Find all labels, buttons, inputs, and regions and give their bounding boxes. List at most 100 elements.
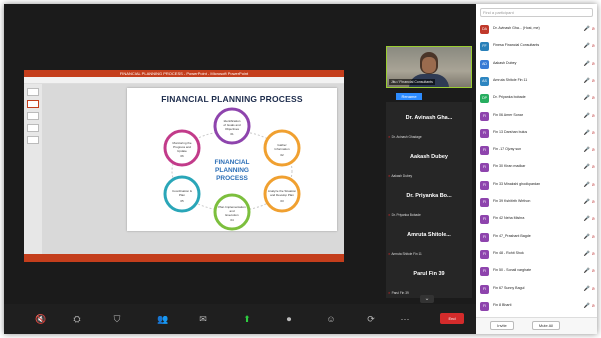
- video-off-icon: ⊘: [591, 77, 595, 83]
- slide-thumbnail[interactable]: [27, 88, 39, 96]
- muted-mic-icon[interactable]: 🎤: [584, 251, 590, 257]
- participant-row[interactable]: AD Aakash Dubey 🎤 ⊘: [476, 57, 597, 71]
- start-video-icon[interactable]: ⛭: [68, 310, 86, 328]
- participant-name: Fin 39 Kshitirth Wirthon: [493, 199, 531, 203]
- slide-thumbnail[interactable]: [27, 100, 39, 108]
- muted-mic-icon[interactable]: 🎤: [584, 268, 590, 274]
- participant-video-tile[interactable]: Aakash Dubey ✕ Aakash Dubey: [386, 141, 472, 181]
- participant-row[interactable]: FI Fin 33 Minakshi ghodkpardan 🎤 ⊘: [476, 178, 597, 192]
- tile-subtitle-text: Dr. Avinash Ghadage: [391, 135, 422, 139]
- participant-name: Fin 06 Amer Sonar: [493, 112, 523, 117]
- record-icon[interactable]: ⏺: [280, 310, 298, 328]
- muted-mic-icon[interactable]: 🎤: [584, 199, 590, 205]
- process-step-4: Plan Implementation and Execution 04: [213, 193, 251, 231]
- video-off-icon: ⊘: [591, 147, 595, 153]
- participant-video-tile[interactable]: Dr. Avinash Gha... ✕ Dr. Avinash Ghadage: [386, 102, 472, 142]
- video-off-icon: ⊘: [591, 216, 595, 222]
- participant-row[interactable]: FF Finesa Financial Consultants 🎤 ⊘: [476, 39, 597, 53]
- participant-video-tile[interactable]: Dr. Priyanka Bo... ✕ Dr. Priyanka Bobade: [386, 180, 472, 220]
- slide-thumbnail[interactable]: [27, 124, 39, 132]
- more-icon[interactable]: ⋯: [396, 310, 414, 328]
- video-off-icon: ⊘: [591, 302, 595, 308]
- muted-mic-icon[interactable]: 🎤: [584, 43, 590, 49]
- participant-row[interactable]: FI Fin 06 Amer Sonar 🎤 ⊘: [476, 109, 597, 123]
- reactions-icon[interactable]: ☺: [322, 310, 340, 328]
- avatar: FI: [480, 111, 489, 121]
- avatar: FI: [480, 267, 489, 277]
- muted-mic-icon[interactable]: 🎤: [584, 303, 590, 309]
- muted-mic-icon[interactable]: 🎤: [584, 234, 590, 240]
- tile-subtitle-text: Amruta Shitole Fin 11: [391, 252, 422, 256]
- video-off-icon: ⊘: [591, 268, 595, 274]
- video-column: Jitu / Financial Consultants Rename Dr. …: [382, 44, 476, 304]
- muted-mic-icon[interactable]: 🎤: [584, 26, 590, 32]
- zoom-window: FINANCIAL PLANNING PROCESS - PowerPoint …: [4, 4, 597, 334]
- svg-text:Execution: Execution: [225, 213, 239, 217]
- end-meeting-button[interactable]: End: [440, 313, 464, 324]
- slide-canvas: FINANCIAL PLANNING PROCESS FINANCIAL PLA…: [42, 84, 344, 254]
- invite-button[interactable]: Invite: [490, 321, 514, 330]
- process-step-6: Monitoring the Progress and Update 06: [163, 129, 201, 167]
- participants-panel: Find a participant DA Dr. Avinash Gha... …: [476, 4, 597, 334]
- participant-name: Aakash Dubey: [493, 60, 517, 65]
- participant-row[interactable]: FI Fin 47_Prashant Bagde 🎤 ⊘: [476, 230, 597, 244]
- chat-icon[interactable]: ✉: [194, 310, 212, 328]
- muted-mic-icon[interactable]: 🎤: [584, 113, 590, 119]
- process-step-2: Gather Information 02: [263, 129, 301, 167]
- video-off-icon: ⊘: [591, 43, 595, 49]
- participant-row[interactable]: DP Dr. Priyanka bobade 🎤 ⊘: [476, 91, 597, 105]
- apps-icon[interactable]: ⟳: [362, 310, 380, 328]
- rename-button[interactable]: Rename: [396, 93, 422, 100]
- muted-mic-icon[interactable]: 🎤: [584, 95, 590, 101]
- camera-tile[interactable]: Jitu / Financial Consultants: [386, 46, 472, 88]
- tile-subtitle: ✕ Dr. Priyanka Bobade: [388, 213, 421, 217]
- tile-subtitle: ✕ Parul Fin 39: [388, 291, 409, 295]
- svg-text:01: 01: [230, 132, 234, 136]
- participant-row[interactable]: FI Fin 39 Kshitirth Wirthon 🎤 ⊘: [476, 195, 597, 209]
- avatar: FI: [480, 284, 489, 294]
- tile-name: Parul Fin 39: [413, 271, 445, 277]
- tile-subtitle: ✕ Aakash Dubey: [388, 174, 412, 178]
- muted-mic-icon[interactable]: 🎤: [584, 164, 590, 170]
- participant-row[interactable]: FI Fin 8 Bharti 🎤 ⊘: [476, 299, 597, 313]
- participants-icon[interactable]: 👥: [154, 310, 172, 328]
- tile-subtitle-text: Parul Fin 39: [391, 291, 409, 295]
- slide-thumbnail[interactable]: [27, 136, 39, 144]
- participant-row[interactable]: FI Fin 13 Darshan bulus 🎤 ⊘: [476, 126, 597, 140]
- participant-row[interactable]: DA Dr. Avinash Gha... (Host, me) 🎤 ⊘: [476, 22, 597, 36]
- unmute-icon[interactable]: 🔇: [32, 310, 50, 328]
- mute-all-button[interactable]: Mute All: [532, 321, 560, 330]
- muted-mic-icon[interactable]: 🎤: [584, 78, 590, 84]
- participant-row[interactable]: FI Fin -17 Ojvay sun 🎤 ⊘: [476, 143, 597, 157]
- tile-name: Amruta Shitole...: [407, 232, 451, 238]
- participant-row[interactable]: AS Amruta Shitole Fin 11 🎤 ⊘: [476, 74, 597, 88]
- muted-mic-icon[interactable]: 🎤: [584, 216, 590, 222]
- participant-name: Fin 48 - Rohit Shok: [493, 250, 524, 255]
- muted-mic-icon[interactable]: 🎤: [584, 182, 590, 188]
- muted-mic-icon[interactable]: 🎤: [584, 147, 590, 153]
- participant-search-input[interactable]: Find a participant: [480, 8, 593, 17]
- share-screen-icon[interactable]: ⬆: [238, 310, 256, 328]
- participant-row[interactable]: FI Fin 30 Kiran madkar 🎤 ⊘: [476, 160, 597, 174]
- participant-video-tile[interactable]: Amruta Shitole... ✕ Amruta Shitole Fin 1…: [386, 219, 472, 259]
- ppt-ribbon: [24, 77, 344, 84]
- svg-text:Objectives: Objectives: [225, 127, 240, 131]
- scroll-down-icon[interactable]: ⌄: [420, 295, 434, 303]
- slide-thumbnails-panel[interactable]: [24, 84, 42, 254]
- participant-row[interactable]: FI Fin 67 Sunny Bagul 🎤 ⊘: [476, 282, 597, 296]
- svg-text:05: 05: [180, 199, 184, 203]
- svg-text:and Develop Plan: and Develop Plan: [270, 193, 294, 197]
- muted-mic-icon[interactable]: 🎤: [584, 61, 590, 67]
- meeting-toolbar: 🔇 ⛭ ⛉ 👥 ✉ ⬆ ⏺ ☺ ⟳ ⋯ End: [4, 304, 476, 334]
- participant-row[interactable]: FI Fin 48 - Rohit Shok 🎤 ⊘: [476, 247, 597, 261]
- svg-text:06: 06: [180, 154, 184, 158]
- muted-mic-icon[interactable]: 🎤: [584, 286, 590, 292]
- participant-video-tile[interactable]: Parul Fin 39 ✕ Parul Fin 39: [386, 258, 472, 298]
- security-icon[interactable]: ⛉: [108, 310, 126, 328]
- participant-row[interactable]: FI Fin 50 - Sonali varghate 🎤 ⊘: [476, 264, 597, 278]
- muted-mic-icon[interactable]: 🎤: [584, 130, 590, 136]
- participant-name: Fin 67 Sunny Bagul: [493, 285, 525, 290]
- participant-name: Fin 13 Darshan bulus: [493, 129, 528, 134]
- participant-row[interactable]: FI Fin 42 Neha Mishra 🎤 ⊘: [476, 212, 597, 226]
- slide-thumbnail[interactable]: [27, 112, 39, 120]
